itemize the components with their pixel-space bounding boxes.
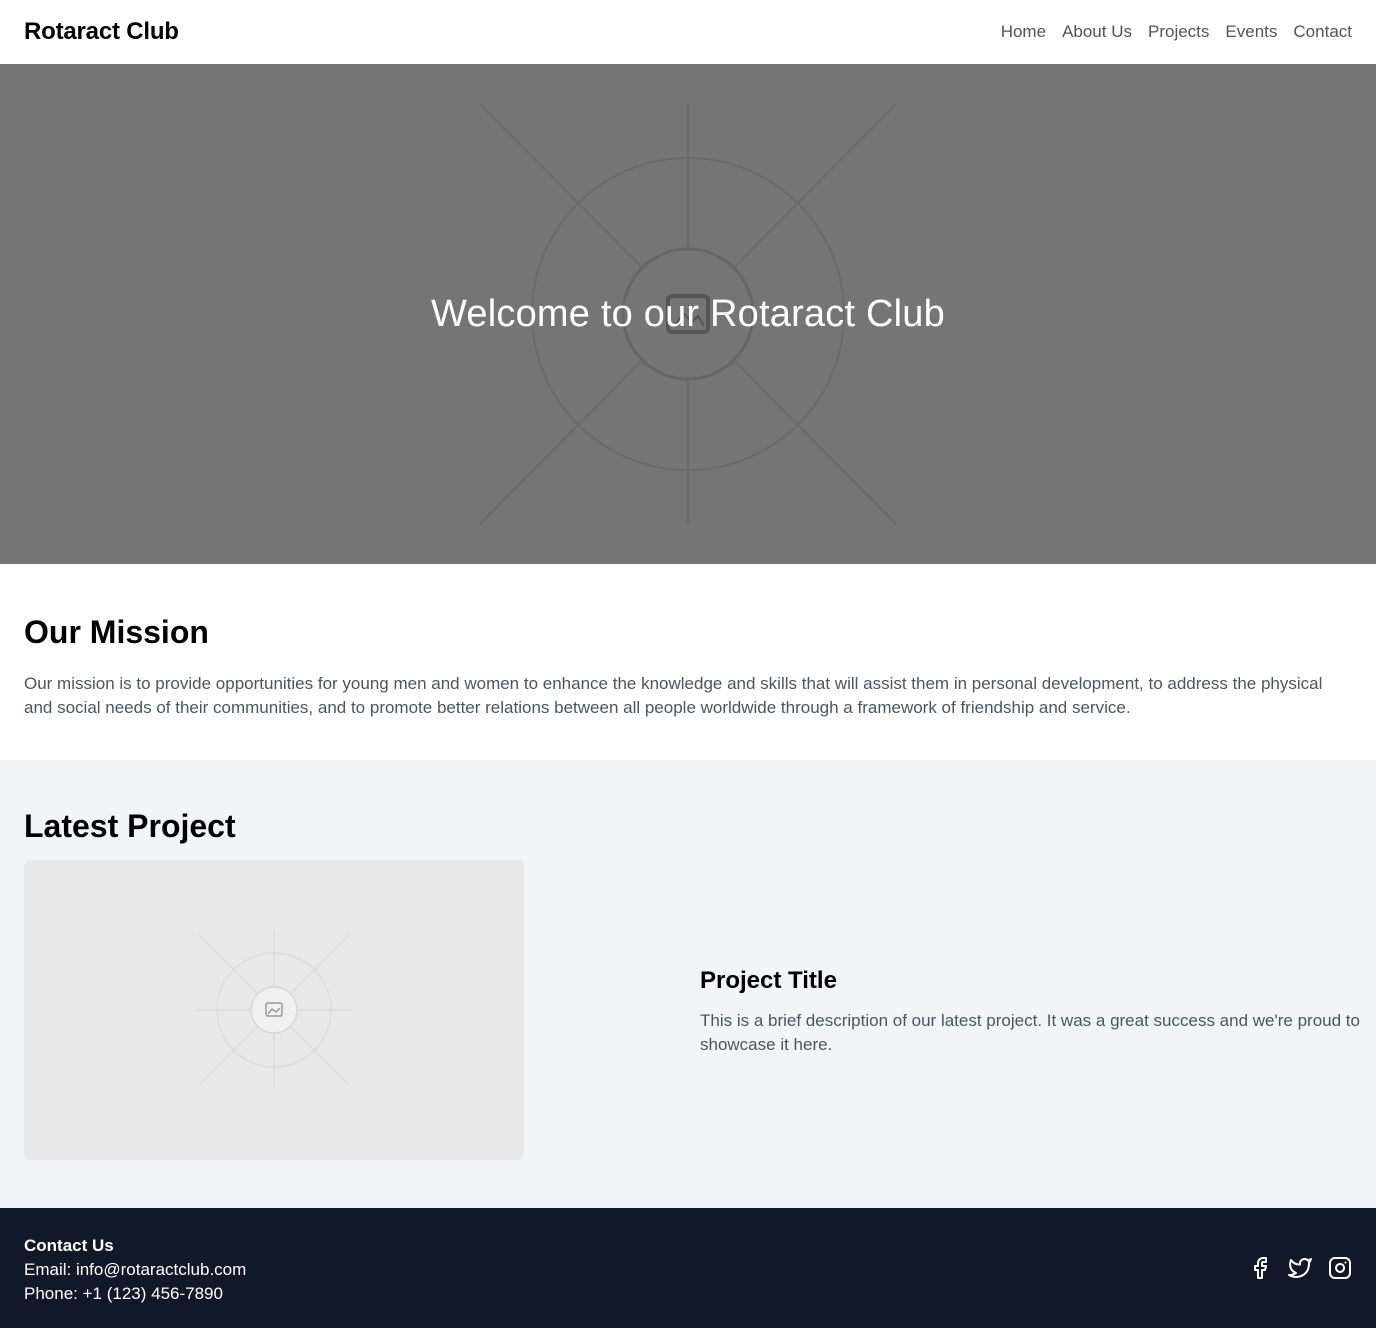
latest-project-section: Latest Project Project Title This is a b… bbox=[0, 760, 1376, 1208]
footer-phone[interactable]: Phone: +1 (123) 456-7890 bbox=[24, 1282, 1352, 1306]
nav-contact-link[interactable]: Contact bbox=[1293, 22, 1352, 42]
project-image bbox=[24, 860, 524, 1160]
hero-banner: Welcome to our Rotaract Club bbox=[0, 64, 1376, 564]
mission-section: Our Mission Our mission is to provide op… bbox=[0, 564, 1376, 760]
nav-events-link[interactable]: Events bbox=[1225, 22, 1277, 42]
site-footer: Contact Us Email: info@rotaractclub.com … bbox=[0, 1208, 1376, 1328]
project-title: Project Title bbox=[700, 967, 837, 994]
facebook-icon[interactable] bbox=[1248, 1256, 1272, 1280]
site-header: Rotaract Club Home About Us Projects Eve… bbox=[0, 0, 1376, 64]
main-nav: Home About Us Projects Events Contact bbox=[1001, 22, 1352, 42]
mission-heading: Our Mission bbox=[24, 614, 209, 650]
nav-about-link[interactable]: About Us bbox=[1062, 22, 1132, 42]
mission-text: Our mission is to provide opportunities … bbox=[24, 674, 1323, 717]
brand-logo[interactable]: Rotaract Club bbox=[24, 18, 179, 46]
hero-title: Welcome to our Rotaract Club bbox=[431, 292, 945, 335]
footer-email[interactable]: Email: info@rotaractclub.com bbox=[24, 1258, 1352, 1282]
instagram-icon[interactable] bbox=[1328, 1256, 1352, 1280]
project-description: This is a brief description of our lates… bbox=[700, 1011, 1360, 1054]
twitter-icon[interactable] bbox=[1288, 1256, 1312, 1280]
social-links bbox=[1248, 1256, 1352, 1280]
nav-home-link[interactable]: Home bbox=[1001, 22, 1046, 42]
footer-heading: Contact Us bbox=[24, 1236, 114, 1255]
nav-projects-link[interactable]: Projects bbox=[1148, 22, 1209, 42]
project-details: Project Title This is a brief descriptio… bbox=[700, 965, 1360, 1057]
latest-project-heading: Latest Project bbox=[24, 808, 236, 844]
